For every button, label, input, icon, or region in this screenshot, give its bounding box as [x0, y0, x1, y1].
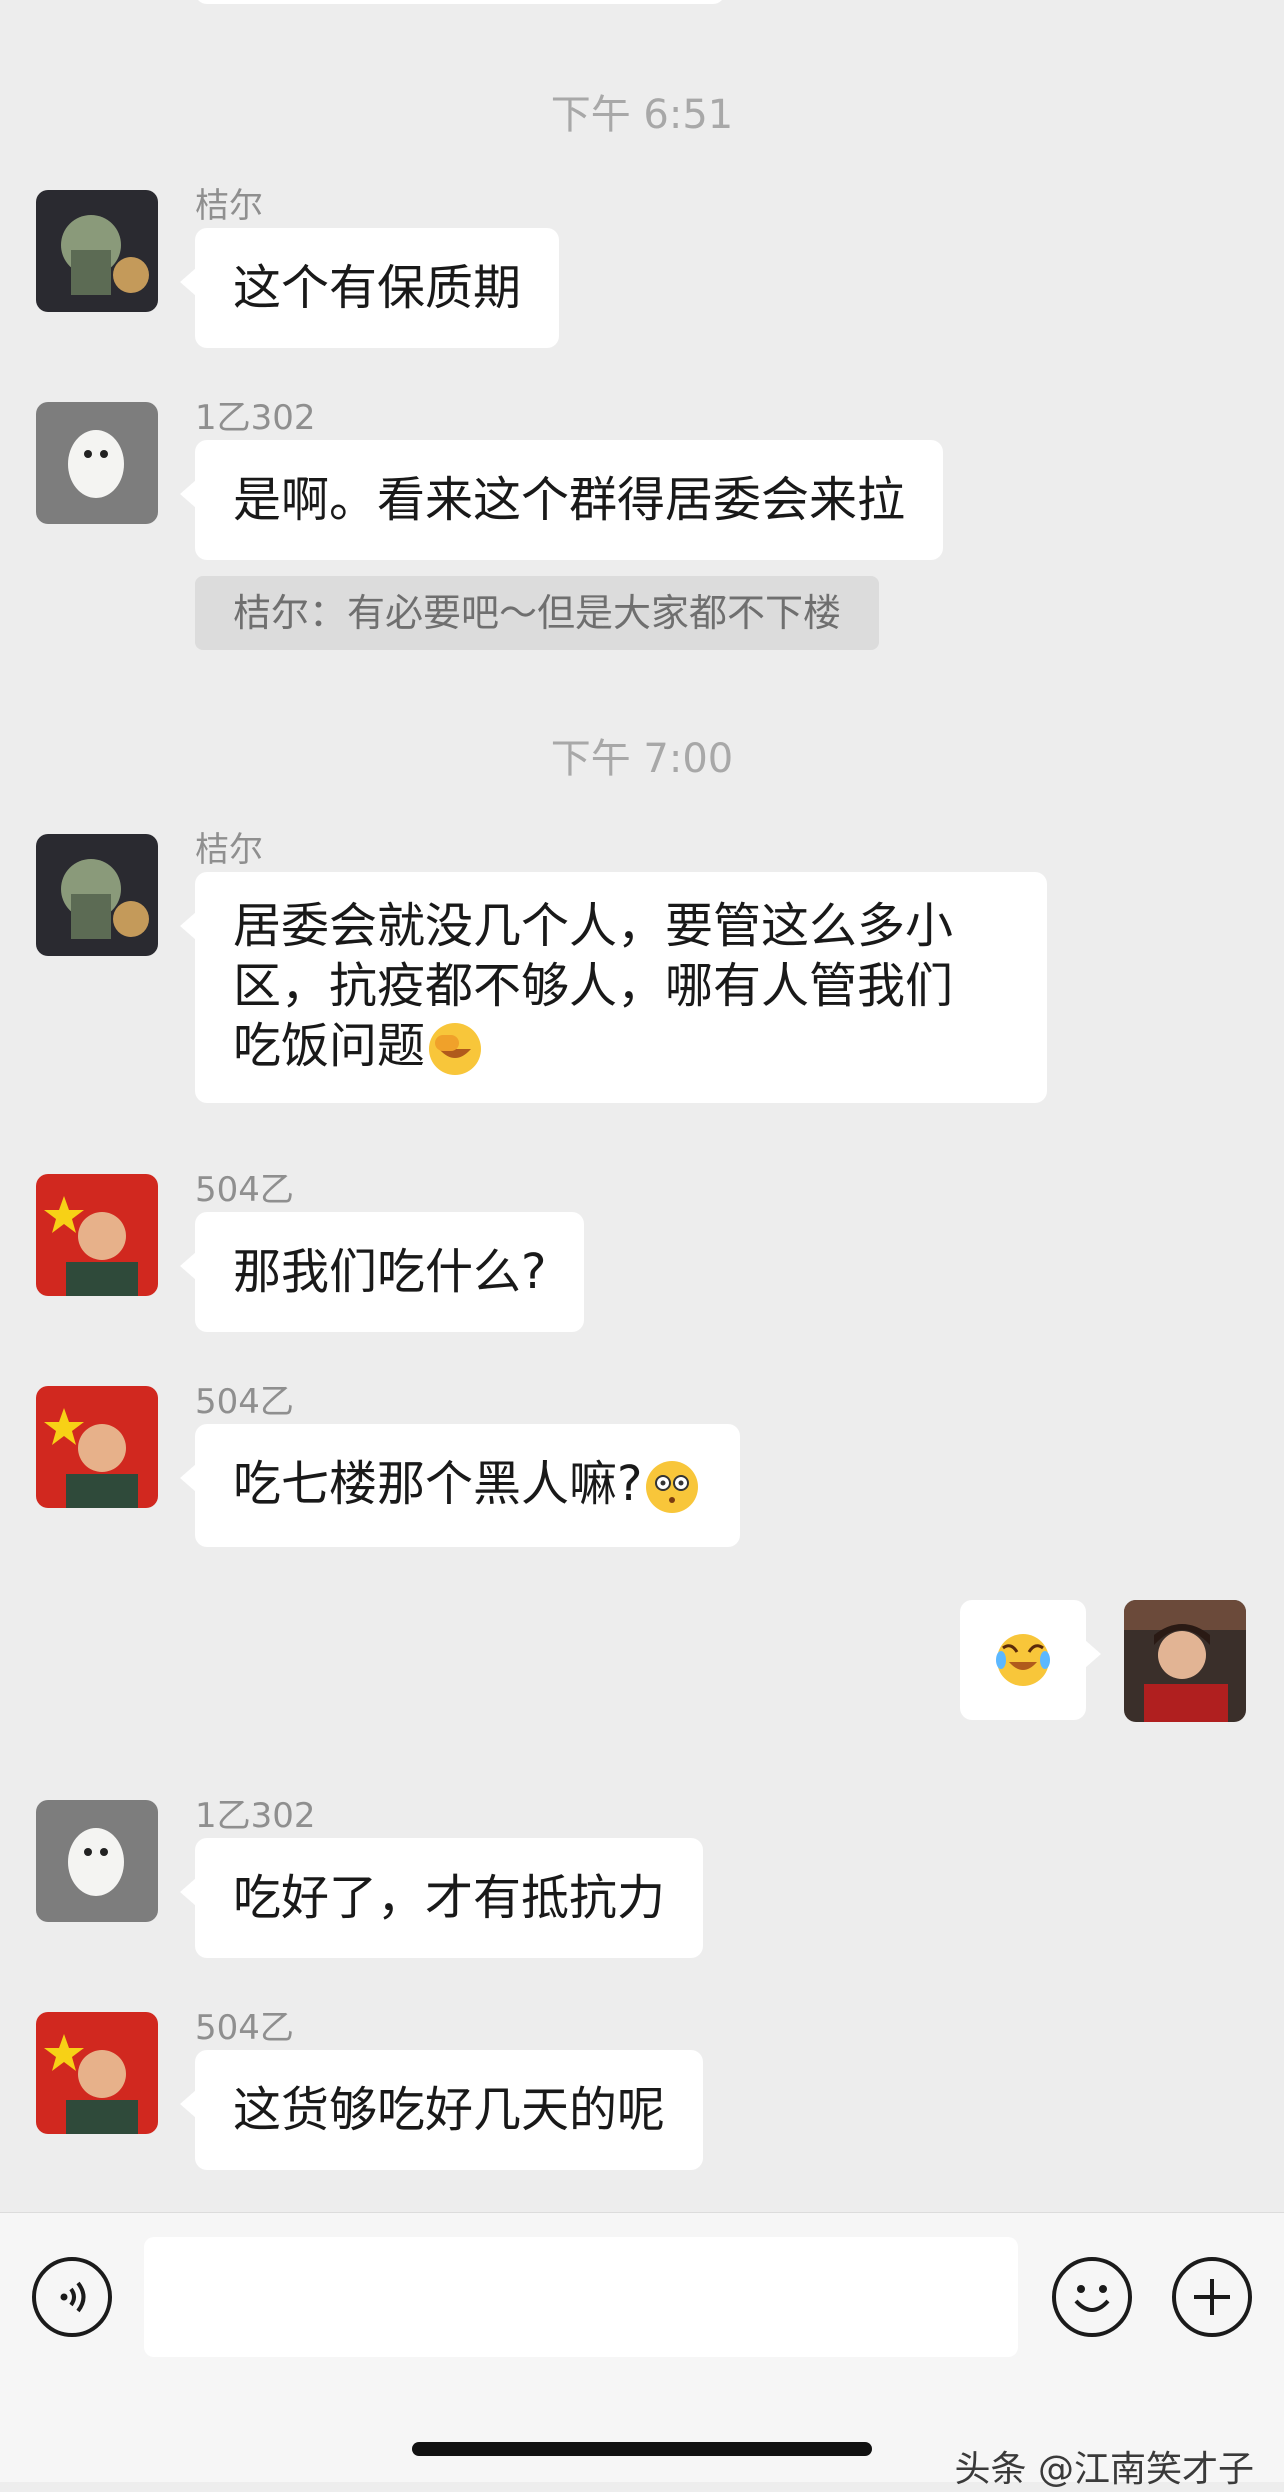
message-text: 是啊。看来这个群得居委会来拉 — [233, 472, 906, 528]
message-line: 吃饭问题 — [233, 1018, 426, 1074]
sender-name: 1乙302 — [195, 1796, 316, 1836]
avatar-504y[interactable] — [36, 1174, 158, 1296]
home-indicator[interactable] — [412, 2442, 872, 2456]
avatar-504y[interactable] — [36, 1386, 158, 1508]
timestamp: 下午 7:00 — [550, 736, 734, 782]
watermark: 头条 @江南笑才子 — [954, 2449, 1254, 2490]
sender-name: 504乙 — [195, 1382, 294, 1422]
facepalm-emoji — [425, 1019, 485, 1079]
voice-button[interactable] — [32, 2257, 112, 2337]
crying-laughing-emoji — [993, 1630, 1053, 1690]
plus-button[interactable] — [1172, 2257, 1252, 2337]
message-text: 吃七楼那个黑人嘛? — [233, 1456, 643, 1512]
sender-name: 1乙302 — [195, 398, 316, 438]
message-line: 居委会就没几个人，要管这么多小 — [233, 898, 954, 954]
avatar-1y302[interactable] — [36, 402, 158, 524]
message-text: 这个有保质期 — [233, 260, 522, 316]
message-bubble[interactable]: 这货够吃好几天的呢 — [179, 2050, 704, 2170]
sender-name: 桔尔 — [195, 186, 263, 226]
sent-emoji-bubble[interactable] — [960, 1600, 1101, 1720]
message-bubble[interactable]: 吃好了，才有抵抗力 — [179, 1838, 704, 1958]
sender-name: 504乙 — [195, 2008, 294, 2048]
plus-icon — [1194, 2279, 1230, 2315]
flushed-emoji — [642, 1457, 702, 1517]
message-input[interactable] — [144, 2237, 1018, 2357]
sender-name: 桔尔 — [195, 830, 263, 870]
message-text: 吃好了，才有抵抗力 — [233, 1870, 666, 1926]
avatar-504y[interactable] — [36, 2012, 158, 2134]
message-text: 那我们吃什么? — [233, 1244, 547, 1300]
avatar-juer[interactable] — [36, 190, 158, 312]
sender-name: 504乙 — [195, 1170, 294, 1210]
chat-area[interactable]: 下午 6:51 桔尔 这个有保质期 1乙302 是啊。看来这个群得居委会来拉 桔… — [0, 0, 1284, 2210]
message-line: 区，抗疫都不够人，哪有人管我们 — [233, 958, 954, 1014]
message-bubble[interactable]: 是啊。看来这个群得居委会来拉 — [179, 440, 944, 560]
avatar-juer[interactable] — [36, 834, 158, 956]
message-bubble[interactable]: 那我们吃什么? — [179, 1212, 585, 1332]
voice-icon — [60, 2281, 86, 2313]
avatar-self[interactable] — [1124, 1600, 1246, 1722]
emoji-icon — [1074, 2285, 1110, 2312]
message-bubble[interactable]: 这个有保质期 — [179, 228, 560, 348]
avatar-1y302[interactable] — [36, 1800, 158, 1922]
quoted-reply[interactable]: 桔尔：有必要吧～但是大家都不下楼 — [195, 576, 880, 650]
partial-message-bubble — [195, 0, 725, 4]
message-text: 这货够吃好几天的呢 — [233, 2082, 666, 2138]
message-bubble[interactable]: 吃七楼那个黑人嘛? — [179, 1424, 741, 1547]
message-bubble[interactable]: 居委会就没几个人，要管这么多小 区，抗疫都不够人，哪有人管我们 吃饭问题 — [180, 872, 1047, 1103]
timestamp: 下午 6:51 — [550, 92, 734, 138]
emoji-button[interactable] — [1052, 2257, 1132, 2337]
